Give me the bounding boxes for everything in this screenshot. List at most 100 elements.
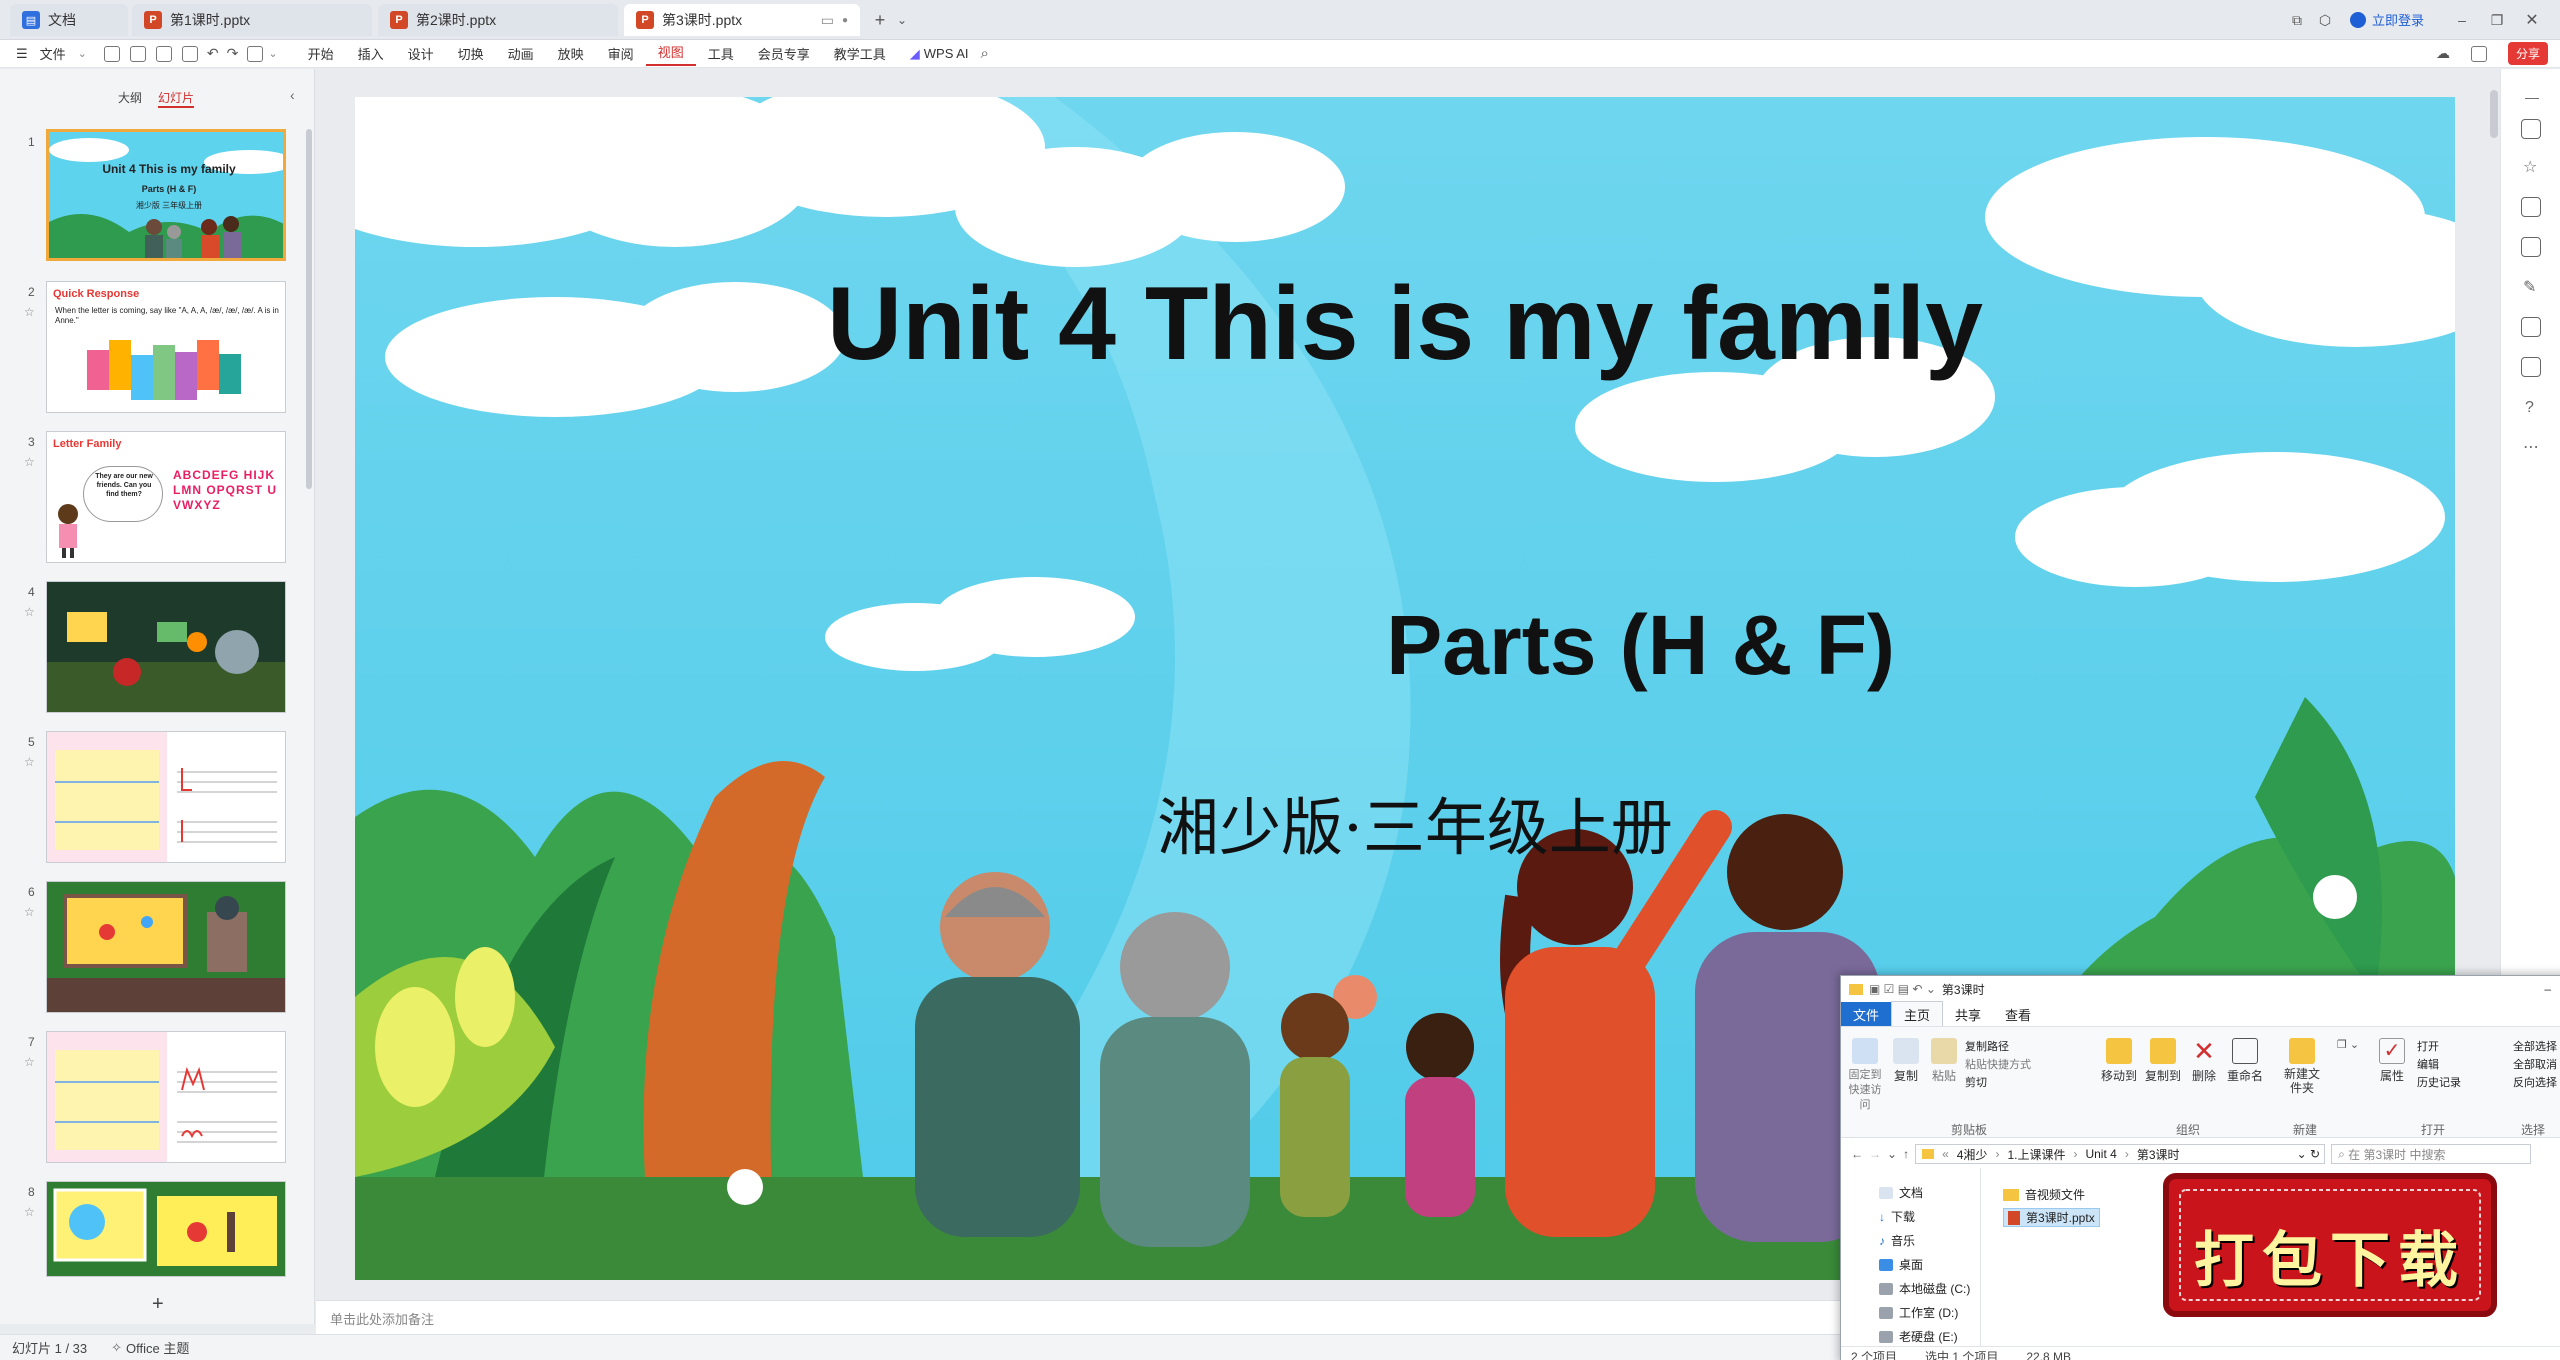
tab-docs[interactable]: ▤ 文档 bbox=[10, 4, 128, 36]
pin-quick-access-button[interactable]: 固定到快速访问 bbox=[1845, 1038, 1885, 1113]
nav-drive-d[interactable]: 工作室 (D:) bbox=[1879, 1304, 1958, 1321]
monitor-icon[interactable]: ▭ bbox=[821, 12, 834, 29]
menu-slideshow[interactable]: 放映 bbox=[546, 44, 596, 63]
search-icon[interactable]: ⌕ bbox=[981, 45, 989, 62]
chevron-down-icon[interactable]: ⌄ bbox=[268, 47, 277, 60]
star-icon[interactable]: ☆ bbox=[24, 905, 35, 919]
tab-lesson1[interactable]: P 第1课时.pptx bbox=[132, 4, 372, 36]
chevron-down-icon[interactable]: ⌄ bbox=[78, 47, 87, 60]
download-banner[interactable]: 打包下载 bbox=[2160, 1170, 2500, 1320]
slide-publisher[interactable]: 湘少版·三年级上册 bbox=[355, 777, 2455, 867]
slide-thumbnail-4[interactable] bbox=[46, 581, 286, 713]
tools-icon[interactable]: ✎ bbox=[2523, 277, 2536, 297]
preview-icon[interactable] bbox=[181, 45, 198, 62]
print-icon[interactable] bbox=[155, 45, 172, 62]
tab-lesson2[interactable]: P 第2课时.pptx bbox=[378, 4, 618, 36]
copy-icon[interactable] bbox=[2521, 197, 2541, 217]
new-tab-icon[interactable]: + bbox=[868, 8, 892, 32]
login-button[interactable]: 立即登录 bbox=[2350, 10, 2424, 29]
invert-selection-button[interactable]: 反向选择 bbox=[2513, 1074, 2557, 1090]
collapse-icon[interactable]: — bbox=[2525, 89, 2539, 105]
delete-button[interactable]: ✕ 删除 bbox=[2187, 1038, 2221, 1084]
slide-thumbnail-2[interactable]: Quick Response When the letter is coming… bbox=[46, 281, 286, 413]
menu-animation[interactable]: 动画 bbox=[496, 44, 546, 63]
theme-indicator[interactable]: ✧ Office 主题 bbox=[111, 1338, 189, 1357]
star-icon[interactable]: ☆ bbox=[2523, 157, 2537, 177]
edit-button[interactable]: 编辑 bbox=[2417, 1056, 2439, 1072]
ribbon-tab-file[interactable]: 文件 bbox=[1841, 1001, 1892, 1027]
add-slide-icon[interactable]: + bbox=[152, 1293, 164, 1316]
property-icon[interactable] bbox=[2521, 119, 2541, 139]
close-icon[interactable]: ✕ bbox=[2520, 8, 2544, 32]
cube-icon[interactable]: ⬡ bbox=[2313, 8, 2337, 32]
minimize-icon[interactable]: – bbox=[2450, 8, 2474, 32]
menu-member[interactable]: 会员专享 bbox=[746, 44, 822, 63]
slide-subtitle[interactable]: Parts (H & F) bbox=[355, 597, 1895, 694]
slide-thumbnail-5[interactable] bbox=[46, 731, 286, 863]
tab-slides[interactable]: 幻灯片 bbox=[158, 89, 195, 108]
menu-view[interactable]: 视图 bbox=[645, 42, 696, 66]
restore-icon[interactable]: ❐ bbox=[2485, 8, 2509, 32]
file-folder-media[interactable]: 音视频文件 bbox=[2003, 1186, 2085, 1203]
star-icon[interactable]: ☆ bbox=[24, 755, 35, 769]
slide-scrollbar[interactable] bbox=[2490, 90, 2498, 138]
new-folder-button[interactable]: 新建文件夹 bbox=[2281, 1038, 2323, 1096]
menu-insert[interactable]: 插入 bbox=[346, 44, 396, 63]
slide-thumbnail-8[interactable] bbox=[46, 1181, 286, 1277]
unsaved-dot-icon[interactable]: ● bbox=[842, 15, 848, 26]
menu-review[interactable]: 审阅 bbox=[596, 44, 646, 63]
slide-thumbnail-6[interactable] bbox=[46, 881, 286, 1013]
picture-icon[interactable] bbox=[2521, 237, 2541, 257]
chevron-down-icon[interactable]: ⌄ bbox=[890, 8, 914, 32]
minimize-icon[interactable]: – bbox=[2544, 982, 2551, 996]
nav-music[interactable]: ♪ 音乐 bbox=[1879, 1232, 1915, 1249]
star-icon[interactable]: ☆ bbox=[24, 1055, 35, 1069]
forward-icon[interactable]: → bbox=[1869, 1147, 1881, 1161]
breadcrumb-item[interactable]: 第3课时 bbox=[2137, 1146, 2180, 1163]
rename-button[interactable]: 重命名 bbox=[2225, 1038, 2265, 1084]
nav-drive-e[interactable]: 老硬盘 (E:) bbox=[1879, 1328, 1958, 1345]
menu-file[interactable]: 文件 bbox=[40, 44, 78, 63]
slide-thumbnail-3[interactable]: Letter Family They are our new friends. … bbox=[46, 431, 286, 563]
share-button[interactable]: 分享 bbox=[2507, 42, 2548, 65]
thumbnail-scrollbar[interactable] bbox=[306, 129, 312, 489]
hamburger-icon[interactable]: ☰ bbox=[0, 46, 40, 62]
copy-path-button[interactable]: 复制路径 bbox=[1965, 1038, 2009, 1054]
move-to-button[interactable]: 移动到 bbox=[2099, 1038, 2139, 1084]
nav-downloads[interactable]: ↓ 下载 bbox=[1879, 1208, 1915, 1225]
recent-icon[interactable]: ⌄ bbox=[1887, 1147, 1897, 1161]
menu-transition[interactable]: 切换 bbox=[446, 44, 496, 63]
export-icon[interactable] bbox=[129, 45, 146, 62]
undo-icon[interactable]: ↶ bbox=[207, 45, 219, 62]
translate-icon[interactable] bbox=[2521, 357, 2541, 377]
breadcrumb-item[interactable]: 1.上课课件 bbox=[2007, 1146, 2065, 1163]
quick-access-icons[interactable]: ▣ ☑ ▤ ↶ ⌄ bbox=[1869, 982, 1936, 996]
star-icon[interactable]: ☆ bbox=[24, 305, 35, 319]
star-icon[interactable]: ☆ bbox=[24, 1205, 35, 1219]
template-icon[interactable] bbox=[2521, 317, 2541, 337]
paste-shortcut-button[interactable]: 粘贴快捷方式 bbox=[1965, 1056, 2031, 1072]
file-pptx[interactable]: 第3课时.pptx bbox=[2003, 1208, 2100, 1227]
cloud-icon[interactable]: ☁ bbox=[2436, 45, 2450, 62]
star-icon[interactable]: ☆ bbox=[24, 605, 35, 619]
paste-button[interactable]: 粘贴 bbox=[1927, 1038, 1961, 1084]
ribbon-tab-share[interactable]: 共享 bbox=[1943, 1002, 1993, 1027]
ribbon-tab-home[interactable]: 主页 bbox=[1891, 1001, 1944, 1027]
history-button[interactable]: 历史记录 bbox=[2417, 1074, 2461, 1090]
nav-desktop[interactable]: 桌面 bbox=[1879, 1256, 1923, 1273]
collapse-panel-icon[interactable]: ‹ bbox=[290, 87, 295, 103]
cut-button[interactable]: 剪切 bbox=[1965, 1074, 1987, 1090]
open-button[interactable]: 打开 bbox=[2417, 1038, 2439, 1054]
tab-outline[interactable]: 大纲 bbox=[118, 89, 142, 106]
menu-teaching-tools[interactable]: 教学工具 bbox=[822, 44, 898, 63]
wps-ai-button[interactable]: ◢ WPS AI bbox=[898, 46, 981, 62]
breadcrumb-item[interactable]: 4湘少 bbox=[1957, 1146, 1988, 1163]
nav-documents[interactable]: 文档 bbox=[1879, 1184, 1923, 1201]
properties-button[interactable]: ✓ 属性 bbox=[2375, 1038, 2409, 1084]
save-icon[interactable] bbox=[103, 45, 120, 62]
star-icon[interactable]: ☆ bbox=[24, 455, 35, 469]
breadcrumb-item[interactable]: Unit 4 bbox=[2085, 1147, 2116, 1161]
select-all-button[interactable]: 全部选择 bbox=[2513, 1038, 2557, 1054]
back-icon[interactable]: ← bbox=[1851, 1147, 1863, 1161]
slide-thumbnail-1[interactable]: Unit 4 This is my family Parts (H & F) 湘… bbox=[46, 129, 286, 261]
